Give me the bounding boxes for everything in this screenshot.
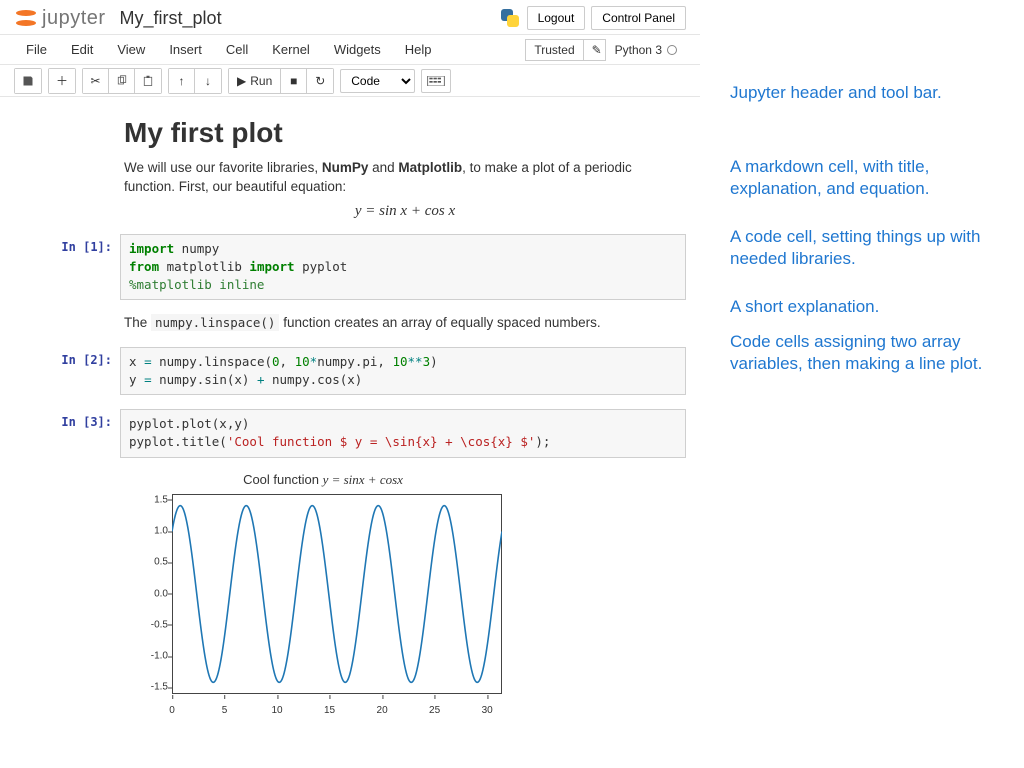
menu-view[interactable]: View	[105, 38, 157, 61]
trusted-indicator[interactable]: Trusted ✎	[525, 39, 605, 61]
x-tick-label: 20	[377, 705, 388, 716]
input-prompt: In [2]:	[20, 347, 120, 395]
notebook-title[interactable]: My_first_plot	[120, 8, 222, 29]
interrupt-button[interactable]: ■	[281, 69, 307, 93]
restart-button[interactable]: ↻	[307, 69, 333, 93]
plot-output: Cool function y = sinx + cosx -1.5 -1.0 -0…	[124, 472, 686, 720]
cut-button[interactable]: ✂	[83, 69, 109, 93]
notebook-body: My first plot We will use our favorite l…	[0, 97, 700, 726]
command-palette-button[interactable]	[421, 69, 451, 93]
inline-code: numpy.linspace()	[151, 314, 279, 331]
x-tick-label: 0	[169, 705, 175, 716]
md-equation: y = sin x + cos x	[124, 203, 686, 220]
y-tick-label: 1.0	[124, 526, 168, 537]
md-paragraph: We will use our favorite libraries, NumP…	[124, 159, 686, 197]
code-cell-3[interactable]: In [3]: pyplot.plot(x,y) pyplot.title('C…	[20, 409, 686, 457]
annotation-header: Jupyter header and tool bar.	[730, 82, 1004, 104]
code-input[interactable]: import numpy from matplotlib import pypl…	[120, 234, 686, 300]
move-up-button[interactable]: ↑	[169, 69, 195, 93]
x-tick-label: 30	[482, 705, 493, 716]
x-tick-label: 10	[271, 705, 282, 716]
input-prompt: In [1]:	[20, 234, 120, 300]
jupyter-logo[interactable]: jupyter	[14, 6, 106, 30]
insert-cell-below-button[interactable]: ＋	[49, 69, 75, 93]
x-tick-label: 5	[222, 705, 228, 716]
annotation-code1: A code cell, setting things up with need…	[730, 226, 1004, 270]
menu-cell[interactable]: Cell	[214, 38, 260, 61]
kernel-indicator[interactable]: Python 3	[606, 39, 686, 61]
jupyter-orbit-icon	[14, 6, 38, 30]
menu-file[interactable]: File	[14, 38, 59, 61]
y-tick-label: 0.0	[124, 588, 168, 599]
x-tick-label: 15	[324, 705, 335, 716]
control-panel-button[interactable]: Control Panel	[591, 6, 686, 30]
md-heading: My first plot	[124, 117, 686, 149]
y-tick-label: 0.5	[124, 557, 168, 568]
input-prompt: In [3]:	[20, 409, 120, 457]
paste-button[interactable]	[135, 69, 161, 93]
menu-insert[interactable]: Insert	[157, 38, 214, 61]
annotation-code23: Code cells assigning two array variables…	[730, 331, 1004, 375]
save-button[interactable]	[15, 69, 41, 93]
code-input[interactable]: pyplot.plot(x,y) pyplot.title('Cool func…	[120, 409, 686, 457]
logout-button[interactable]: Logout	[527, 6, 586, 30]
plot-line-svg	[172, 494, 502, 694]
kernel-name: Python 3	[615, 43, 662, 57]
run-icon: ▶	[237, 74, 246, 88]
trusted-label: Trusted	[526, 40, 582, 60]
y-tick-label: 1.5	[124, 494, 168, 505]
menu-kernel[interactable]: Kernel	[260, 38, 322, 61]
code-cell-2[interactable]: In [2]: x = numpy.linspace(0, 10*numpy.p…	[20, 347, 686, 395]
run-button[interactable]: ▶Run	[229, 69, 281, 93]
code-input[interactable]: x = numpy.linspace(0, 10*numpy.pi, 10**3…	[120, 347, 686, 395]
notebook-app: jupyter My_first_plot Logout Control Pan…	[0, 0, 700, 726]
menu-edit[interactable]: Edit	[59, 38, 105, 61]
move-down-button[interactable]: ↓	[195, 69, 221, 93]
plot-title: Cool function y = sinx + cosx	[158, 472, 488, 488]
annotation-md2: A short explanation.	[730, 296, 1004, 318]
kernel-status-icon	[667, 45, 677, 55]
cell-type-select[interactable]: Code	[340, 69, 415, 93]
menu-widgets[interactable]: Widgets	[322, 38, 393, 61]
toolbar: ＋ ✂ ↑ ↓ ▶Run ■ ↻ Code	[0, 65, 700, 97]
markdown-cell-1[interactable]: My first plot We will use our favorite l…	[20, 117, 686, 220]
python-logo-icon	[499, 7, 521, 29]
plot-frame: -1.5 -1.0 -0.5 0.0 0.5 1.0 1.5 0 5 10 15 20 25 30	[124, 490, 534, 720]
copy-button[interactable]	[109, 69, 135, 93]
jupyter-wordmark: jupyter	[42, 7, 106, 30]
annotation-markdown: A markdown cell, with title, explanation…	[730, 156, 1004, 200]
y-tick-label: -0.5	[124, 619, 168, 630]
menu-help[interactable]: Help	[393, 38, 444, 61]
y-tick-label: -1.0	[124, 651, 168, 662]
x-tick-label: 25	[429, 705, 440, 716]
code-cell-1[interactable]: In [1]: import numpy from matplotlib imp…	[20, 234, 686, 300]
y-tick-label: -1.5	[124, 682, 168, 693]
markdown-cell-2[interactable]: The numpy.linspace() function creates an…	[20, 314, 686, 333]
pencil-icon[interactable]: ✎	[583, 40, 605, 60]
jupyter-header: jupyter My_first_plot Logout Control Pan…	[0, 0, 700, 35]
md-paragraph: The numpy.linspace() function creates an…	[124, 314, 686, 333]
annotation-panel: Jupyter header and tool bar. A markdown …	[700, 0, 1024, 726]
menubar: File Edit View Insert Cell Kernel Widget…	[0, 35, 700, 65]
